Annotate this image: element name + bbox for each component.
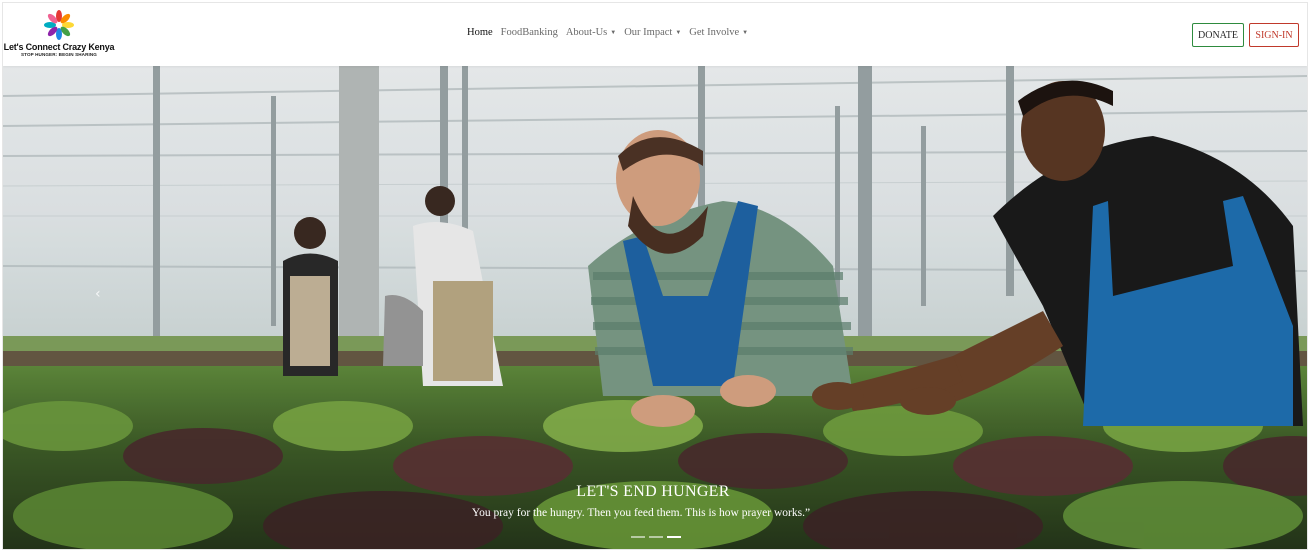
nav-item-label: Home [467, 27, 493, 38]
carousel-prev-icon[interactable]: ‹ [95, 286, 101, 302]
hero-carousel: ‹ LET'S END HUNGER You pray for the hung… [3, 66, 1307, 549]
caret-down-icon: ▼ [610, 29, 617, 36]
nav-item-label: FoodBanking [500, 27, 558, 38]
nav-item-label: Our Impact [624, 27, 673, 38]
nav-item-get-involve[interactable]: Get Involve ▼ [685, 27, 752, 38]
page-frame: Let's Connect Crazy Kenya STOP HUNGER: B… [2, 2, 1308, 550]
nav-item-label: About-Us [565, 27, 608, 38]
nav-item-foodbanking[interactable]: FoodBanking [497, 27, 562, 38]
brand-tagline: STOP HUNGER: BEGIN SHARING [21, 52, 97, 57]
donate-button[interactable]: DONATE [1192, 23, 1244, 47]
carousel-indicator[interactable] [649, 536, 663, 538]
main-nav: Home FoodBanking About-Us ▼ Our Impact ▼ G… [463, 27, 752, 38]
carousel-indicators [631, 536, 681, 538]
carousel-indicator[interactable] [631, 536, 645, 538]
nav-item-about-us[interactable]: About-Us ▼ [562, 27, 620, 38]
nav-item-label: Get Involve [689, 27, 740, 38]
nav-item-our-impact[interactable]: Our Impact ▼ [620, 27, 685, 38]
caret-down-icon: ▼ [742, 29, 749, 36]
greenhouse-farmers-lettuce-photo [3, 66, 1307, 549]
navbar: Let's Connect Crazy Kenya STOP HUNGER: B… [3, 3, 1307, 66]
sign-in-button[interactable]: SIGN-IN [1249, 23, 1299, 47]
caret-down-icon: ▼ [675, 29, 682, 36]
brand-name: Let's Connect Crazy Kenya [3, 42, 115, 52]
hero-subtitle: You pray for the hungry. Then you feed t… [471, 507, 811, 519]
nav-item-home[interactable]: Home [463, 27, 497, 38]
hero-title: LET'S END HUNGER [576, 483, 730, 500]
brand-logo[interactable]: Let's Connect Crazy Kenya STOP HUNGER: B… [4, 9, 115, 63]
carousel-indicator-active[interactable] [667, 536, 681, 538]
hands-circle-logo-icon [44, 10, 74, 40]
